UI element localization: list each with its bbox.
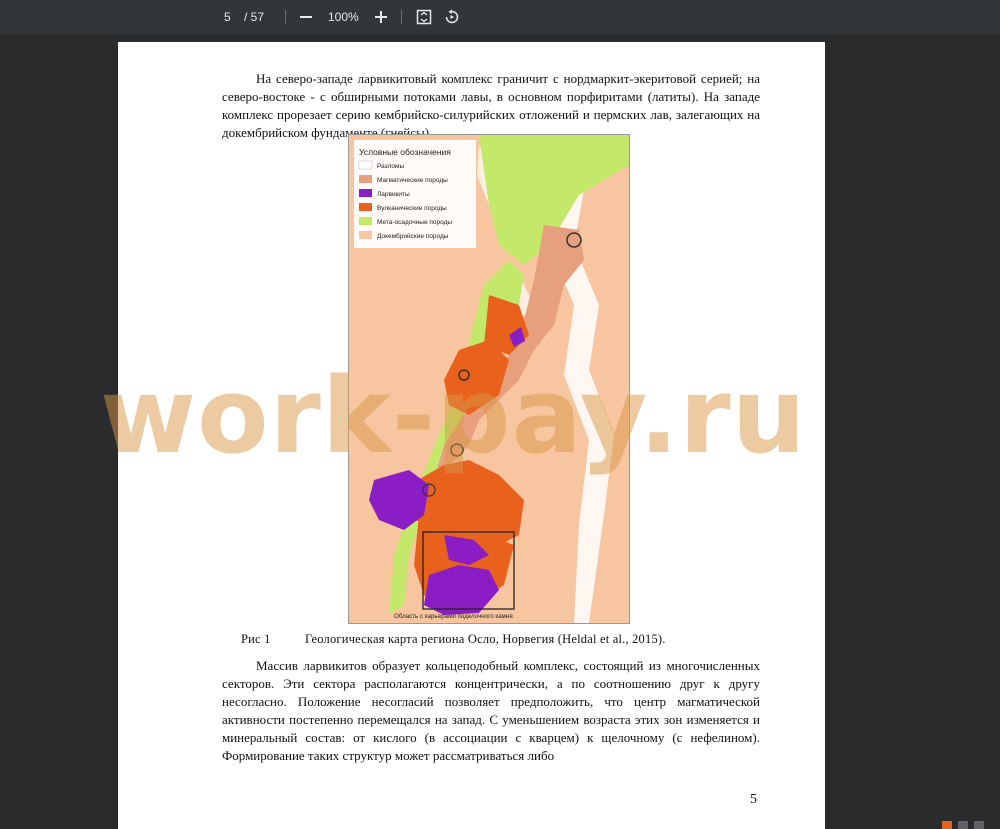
- document-page: На северо-западе ларвикитовый комплекс г…: [118, 42, 825, 829]
- page-total: / 57: [244, 10, 265, 24]
- tray-icon: [942, 821, 952, 829]
- zoom-in-button[interactable]: [369, 5, 393, 29]
- zoom-out-button[interactable]: [294, 5, 318, 29]
- tray-icon: [974, 821, 984, 829]
- current-page[interactable]: 5: [224, 10, 231, 24]
- minus-icon: [300, 16, 312, 18]
- system-tray: [938, 819, 1000, 829]
- pdf-toolbar: 5 / 57 100%: [0, 0, 1000, 34]
- legend-label: Ларвикиты: [377, 191, 410, 198]
- zoom-level[interactable]: 100%: [328, 0, 359, 34]
- legend-label: Разломы: [377, 163, 405, 170]
- legend-item: Ларвикиты: [359, 189, 410, 198]
- fit-page-button[interactable]: [412, 5, 436, 29]
- legend-title: Условные обозначения: [359, 147, 451, 157]
- page-number-input[interactable]: 5: [224, 0, 231, 34]
- plus-icon: [375, 11, 387, 23]
- geologic-map: Условные обозначения Разломы Магматическ…: [348, 134, 630, 624]
- rotate-button[interactable]: [440, 5, 464, 29]
- legend-label: Магматические породы: [377, 177, 448, 184]
- page-number: 5: [750, 792, 757, 807]
- toolbar-divider: [401, 10, 402, 24]
- tray-icon: [958, 821, 968, 829]
- figure-caption: Рис 1 Геологическая карта региона Осло, Н…: [241, 632, 741, 647]
- fit-page-icon: [416, 9, 432, 25]
- legend-item: Разломы: [358, 160, 405, 170]
- rotate-icon: [445, 9, 459, 24]
- paragraph-1: На северо-западе ларвикитовый комплекс г…: [222, 71, 760, 140]
- legend-label: Мета-осадочные породы: [377, 219, 452, 226]
- geologic-map-image: Условные обозначения Разломы Магматическ…: [349, 135, 629, 623]
- inset-label: Область с карьерами поделочного камня: [394, 613, 513, 620]
- legend-label: Докембрийские породы: [377, 232, 449, 240]
- paragraph-2: Массив ларвикитов образует кольцеподобны…: [222, 658, 760, 763]
- caption-text: Геологическая карта региона Осло, Норвег…: [305, 632, 666, 646]
- legend-label: Вулканические породы: [377, 205, 447, 212]
- caption-label: Рис 1: [241, 632, 271, 646]
- toolbar-divider: [285, 10, 286, 24]
